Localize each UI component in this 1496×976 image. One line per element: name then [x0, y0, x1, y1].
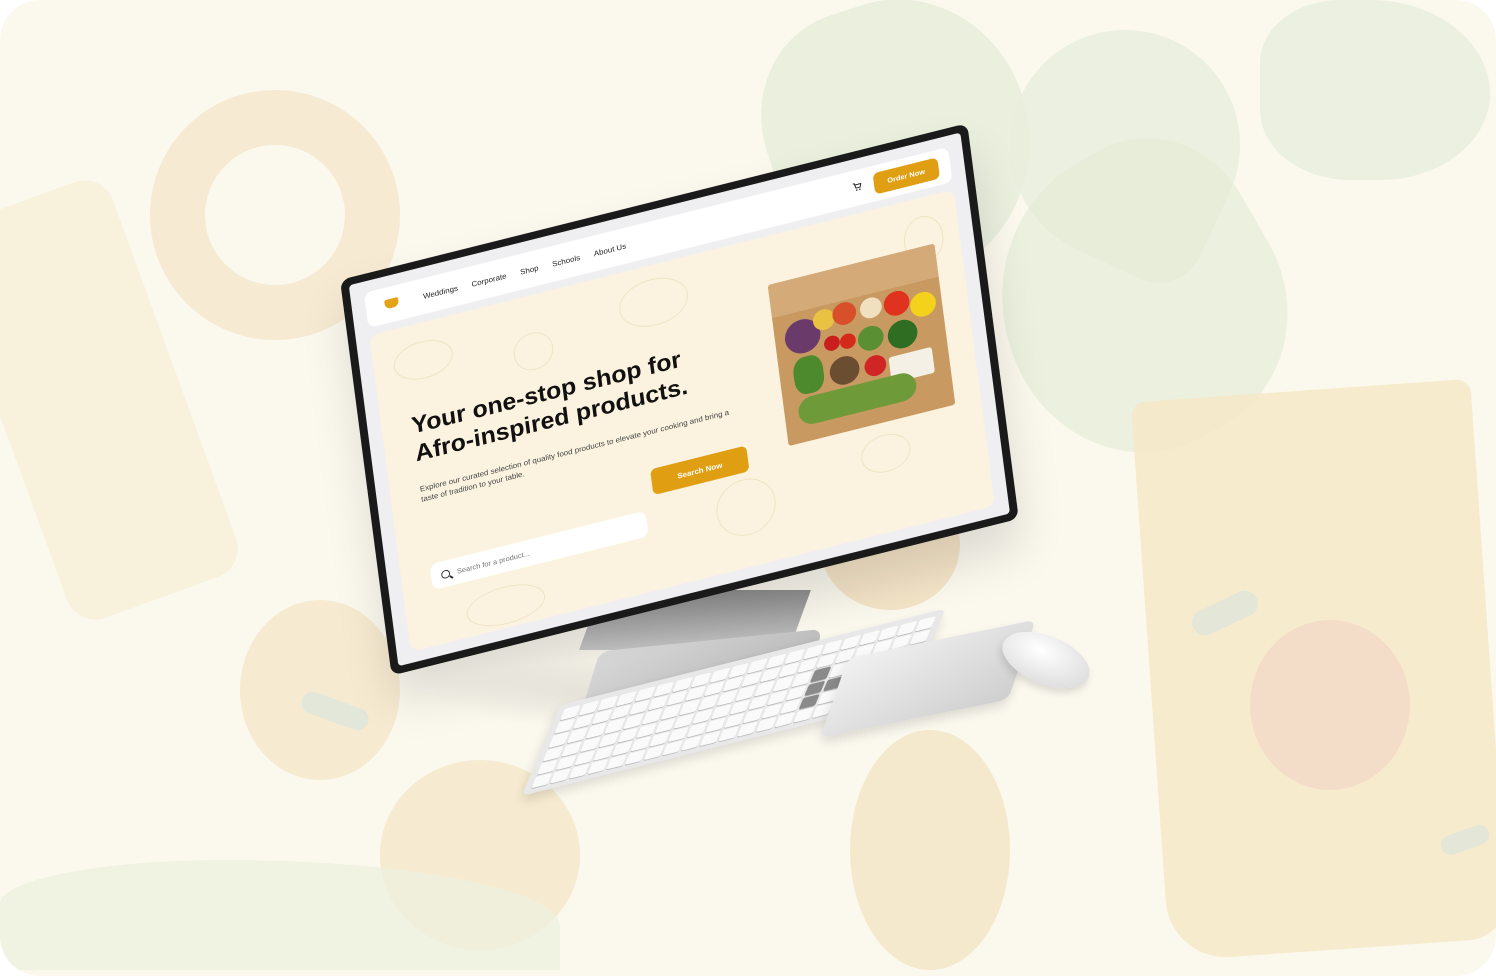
hero-section: Your one-stop shop for Afro-inspired pro… — [369, 189, 995, 652]
bg-doodle — [391, 334, 456, 386]
nav-link-about-us[interactable]: About Us — [593, 241, 626, 257]
nav-link-schools[interactable]: Schools — [552, 253, 581, 268]
nav-link-shop[interactable]: Shop — [520, 263, 539, 276]
search-icon — [440, 568, 451, 579]
bg-doodle — [464, 577, 548, 634]
monitor-bezel: Weddings Corporate Shop Schools About Us… — [340, 123, 1019, 676]
nav-link-weddings[interactable]: Weddings — [423, 283, 459, 300]
website-screen: Weddings Corporate Shop Schools About Us… — [348, 132, 1010, 667]
monitor: Weddings Corporate Shop Schools About Us… — [340, 122, 1030, 682]
search-input[interactable] — [456, 522, 634, 576]
brand-logo-icon[interactable] — [376, 289, 407, 320]
bg-doodle — [616, 270, 691, 334]
produce-box-image — [767, 243, 956, 447]
order-now-button[interactable]: Order Now — [872, 156, 940, 195]
nav-link-corporate[interactable]: Corporate — [471, 271, 507, 288]
bg-doodle — [713, 472, 780, 543]
bg-spot — [1250, 620, 1410, 790]
cart-icon[interactable] — [851, 181, 862, 195]
mockup-canvas: Weddings Corporate Shop Schools About Us… — [0, 0, 1496, 976]
bg-doodle — [511, 328, 556, 375]
product-search-box[interactable] — [429, 510, 649, 591]
bg-leaf — [1260, 0, 1490, 180]
bg-doodle — [858, 428, 913, 478]
bg-spot — [850, 730, 1010, 970]
